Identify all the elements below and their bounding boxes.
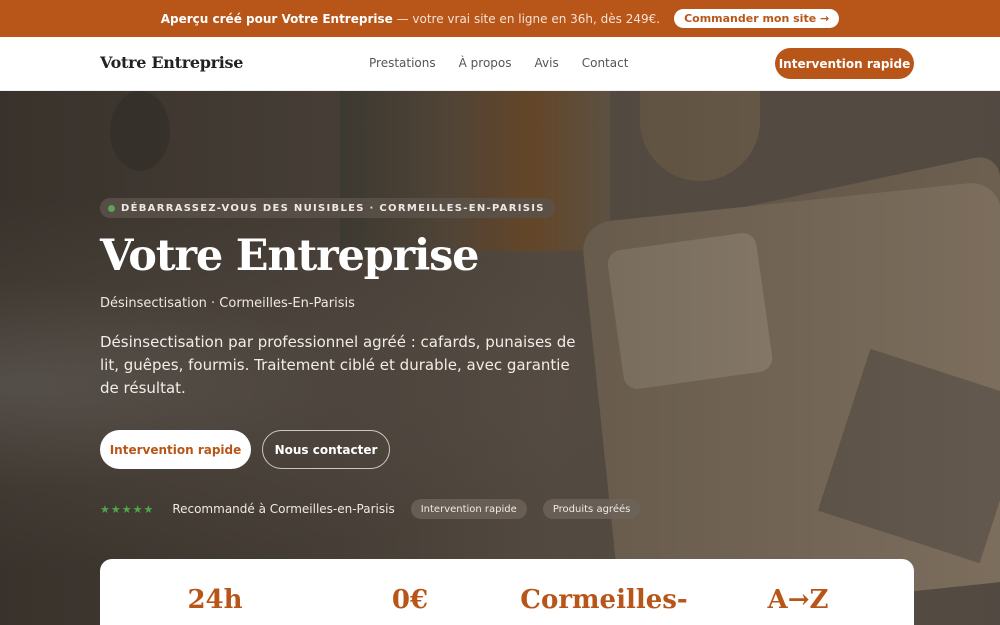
trust-text: Recommandé à Cormeilles-en-Parisis	[172, 502, 395, 516]
top-navigation: Votre Entreprise Prestations À propos Av…	[0, 37, 1000, 91]
hero-section: DÉBARRASSEZ-VOUS DES NUISIBLES · CORMEIL…	[0, 91, 1000, 625]
contact-button[interactable]: Nous contacter	[262, 430, 390, 469]
nav-item-contact[interactable]: Contact	[582, 56, 629, 70]
stat-value: 24h	[187, 585, 243, 615]
hero-description: Désinsectisation par professionnel agréé…	[100, 333, 576, 397]
nav-intervention-button[interactable]: Intervention rapide	[775, 48, 914, 79]
trust-row: ★★★★★ Recommandé à Cormeilles-en-Parisis…	[100, 499, 641, 519]
rating-stars-icon: ★★★★★	[100, 502, 155, 516]
promo-bar: Aperçu créé pour Votre Entreprise — votr…	[0, 0, 1000, 37]
badge-produits: Produits agréés	[542, 499, 641, 519]
hero-title: Votre Entreprise	[100, 231, 479, 281]
hero-eyebrow-text: DÉBARRASSEZ-VOUS DES NUISIBLES · CORMEIL…	[121, 202, 545, 214]
badge-intervention: Intervention rapide	[410, 499, 527, 519]
stat-value: A→Z	[767, 585, 829, 615]
nav-item-avis[interactable]: Avis	[535, 56, 559, 70]
promo-lead: Aperçu créé pour Votre Entreprise — votr…	[160, 11, 661, 26]
stats-card: 24h 0€ Cormeilles- A→Z	[100, 559, 914, 625]
brand-logo[interactable]: Votre Entreprise	[100, 53, 243, 72]
nav-item-a-propos[interactable]: À propos	[459, 56, 512, 70]
order-site-button[interactable]: Commander mon site →	[674, 9, 840, 28]
nav-item-prestations[interactable]: Prestations	[369, 56, 436, 70]
status-dot-icon	[108, 204, 115, 212]
intervention-button[interactable]: Intervention rapide	[100, 430, 251, 469]
hero-eyebrow: DÉBARRASSEZ-VOUS DES NUISIBLES · CORMEIL…	[100, 198, 555, 218]
nav-menu: Prestations À propos Avis Contact	[369, 56, 628, 70]
stat-value: Cormeilles-	[520, 585, 688, 615]
stat-value: 0€	[391, 585, 429, 615]
hero-subtitle: Désinsectisation · Cormeilles-En-Parisis	[100, 296, 355, 311]
